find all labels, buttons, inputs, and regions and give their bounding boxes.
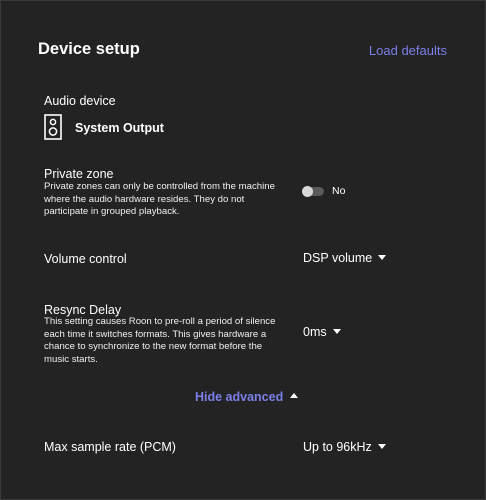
resync-delay-description: This setting causes Roon to pre-roll a p… [44, 316, 276, 365]
resync-delay-dropdown[interactable]: 0ms [303, 325, 341, 339]
page-title: Device setup [38, 40, 140, 58]
volume-control-value: DSP volume [303, 251, 373, 265]
load-defaults-link[interactable]: Load defaults [369, 43, 447, 58]
audio-device-name[interactable]: System Output [75, 121, 164, 135]
max-sample-rate-value: Up to 96kHz [303, 440, 372, 454]
audio-device-label: Audio device [44, 94, 116, 108]
chevron-down-icon [378, 255, 387, 261]
max-sample-rate-dropdown[interactable]: Up to 96kHz [303, 440, 386, 454]
volume-control-label: Volume control [44, 252, 127, 266]
toggle-knob [302, 186, 313, 197]
chevron-up-icon [290, 393, 299, 399]
max-sample-rate-label: Max sample rate (PCM) [44, 440, 176, 454]
private-zone-toggle[interactable] [302, 186, 324, 197]
settings-panel [0, 0, 486, 500]
private-zone-value: No [332, 185, 346, 197]
volume-control-dropdown[interactable]: DSP volume [303, 251, 387, 265]
resync-delay-label: Resync Delay [44, 303, 122, 317]
private-zone-description: Private zones can only be controlled fro… [44, 181, 275, 218]
resync-delay-value: 0ms [303, 325, 327, 339]
chevron-down-icon [377, 444, 386, 450]
hide-advanced-label: Hide advanced [195, 390, 284, 404]
speaker-icon [44, 114, 62, 140]
chevron-down-icon [332, 329, 341, 335]
hide-advanced-button[interactable]: Hide advanced [195, 390, 299, 404]
private-zone-label: Private zone [44, 167, 114, 181]
